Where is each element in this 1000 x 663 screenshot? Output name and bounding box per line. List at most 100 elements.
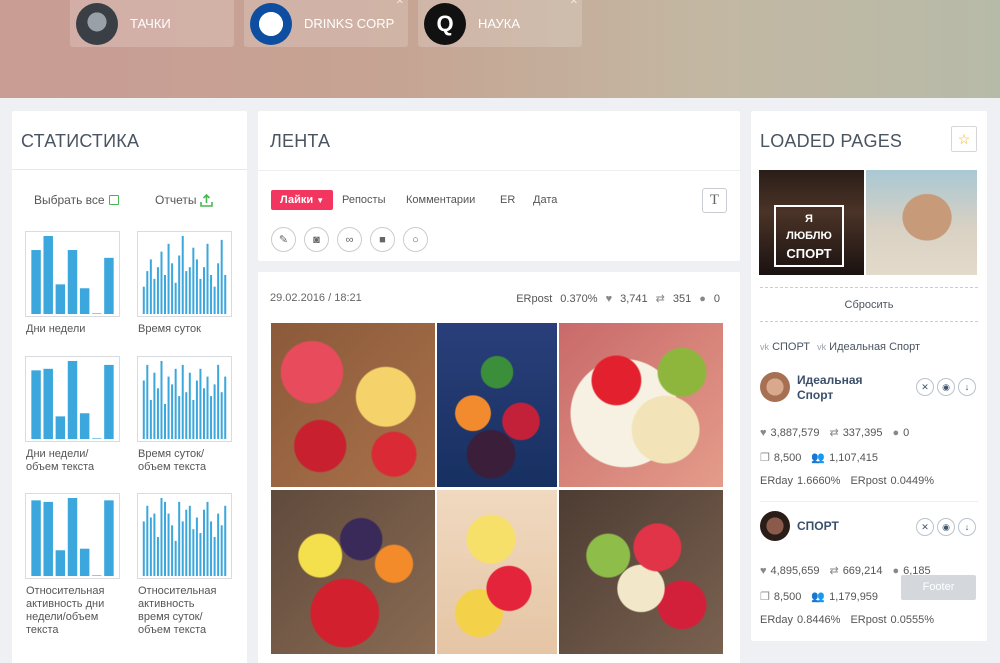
panel-title: ЛЕНТА: [270, 131, 331, 151]
erpost-value: 0.0555%: [890, 614, 934, 626]
chart-label-line: время суток/: [138, 611, 203, 623]
post-photo[interactable]: [437, 490, 557, 654]
chart-bar: [220, 239, 223, 314]
divider: [760, 501, 978, 502]
select-all-label: Выбрать все: [34, 193, 105, 207]
chart-bar: [220, 392, 223, 439]
chart-bar: [156, 537, 159, 576]
tab-likes[interactable]: Лайки ▼: [271, 190, 334, 210]
chart-bar: [167, 376, 170, 439]
chart-bar: [213, 384, 216, 439]
close-icon[interactable]: ✕: [396, 0, 404, 7]
vk-icon: vk: [760, 342, 769, 352]
page-card-drinks[interactable]: DRINKS CORP ✕: [244, 0, 408, 47]
entry-counts: ❐ 8,500 👥 1,179,959: [760, 590, 878, 604]
members-count: 1,107,415: [829, 451, 879, 464]
chart-bar: [206, 501, 209, 576]
entry-stats: ♥ 3,887,579 ⇄ 337,395 ● 0: [760, 426, 910, 440]
bar-chart-svg: [31, 361, 114, 439]
chart-bar: [217, 263, 220, 314]
post-photo[interactable]: [559, 323, 723, 487]
mini-bar-chart[interactable]: [137, 356, 232, 442]
chart-bar: [195, 380, 198, 439]
close-icon[interactable]: ✕: [570, 0, 578, 7]
star-icon[interactable]: ☆: [951, 126, 977, 152]
camera-icon[interactable]: ◙: [304, 227, 329, 252]
chart-label-line: Относительная: [26, 585, 105, 597]
banner-line: Я: [805, 213, 813, 225]
tab-date[interactable]: Дата: [533, 194, 557, 206]
q-logo-icon: Q: [424, 2, 466, 45]
post-photo[interactable]: [559, 490, 723, 654]
vk-icon: vk: [817, 342, 827, 352]
mini-bar-chart[interactable]: [137, 493, 232, 579]
footer-button[interactable]: Footer: [901, 575, 976, 600]
eye-icon[interactable]: ◉: [937, 378, 955, 396]
breadcrumb-item[interactable]: СПОРТ: [772, 341, 810, 353]
comments-count: 0: [903, 426, 910, 439]
copy-icon: [108, 195, 119, 205]
chart-bar: [185, 271, 188, 314]
mini-bar-chart[interactable]: [137, 231, 232, 317]
eye-icon[interactable]: ◉: [937, 518, 955, 536]
close-icon[interactable]: ✕: [916, 378, 934, 396]
chart-label: Относительная активность дни недели/объем т…: [26, 585, 104, 637]
chart-bar: [181, 364, 184, 439]
mini-bar-chart[interactable]: [25, 231, 120, 317]
tab-reposts[interactable]: Репосты: [342, 194, 386, 206]
volvo-logo-icon: [76, 2, 118, 45]
chart-bar: [220, 525, 223, 576]
reset-button[interactable]: Сбросить: [766, 299, 972, 311]
page-card-tachki[interactable]: ТАЧКИ: [70, 0, 234, 47]
reposts-count: 337,395: [842, 426, 883, 439]
bar-chart-svg: [31, 236, 114, 314]
tab-er[interactable]: ER: [500, 194, 515, 206]
chart-bar: [146, 271, 149, 314]
chart-bar: [79, 548, 90, 576]
chart-bar: [153, 278, 156, 314]
tab-comments[interactable]: Комментарии: [406, 194, 475, 206]
mini-bar-chart[interactable]: [25, 356, 120, 442]
select-all-button[interactable]: Выбрать все: [34, 193, 119, 207]
upload-icon: [200, 193, 214, 207]
erpost-value: 0.0449%: [890, 475, 934, 487]
post-photo[interactable]: [271, 323, 435, 487]
text-toggle-button[interactable]: T: [702, 188, 727, 213]
chart-label-line: объем текста: [138, 461, 207, 473]
mini-bar-chart[interactable]: [25, 493, 120, 579]
search-icon[interactable]: ○: [403, 227, 428, 252]
chart-bar: [149, 259, 152, 314]
page-banner[interactable]: [866, 170, 977, 275]
chart-bar: [185, 509, 188, 576]
breadcrumb-item[interactable]: Идеальная Спорт: [829, 341, 920, 353]
posts-count: 8,500: [773, 590, 802, 603]
link-icon[interactable]: ∞: [337, 227, 362, 252]
chart-bar: [67, 250, 78, 314]
chart-bar: [104, 500, 114, 576]
reposts-count: 669,214: [842, 564, 883, 577]
chart-bar: [206, 243, 209, 314]
page-banner[interactable]: Я ЛЮБЛЮ СПОРТ: [759, 170, 864, 275]
chart-bar: [149, 517, 152, 576]
pencil-icon[interactable]: ✎: [271, 227, 296, 252]
post-photo[interactable]: [271, 490, 435, 654]
entry-name[interactable]: СПОРТ: [797, 519, 839, 534]
chart-bar: [153, 372, 156, 439]
video-icon[interactable]: ■: [370, 227, 395, 252]
download-icon[interactable]: ↓: [958, 518, 976, 536]
avatar: [760, 511, 790, 541]
chart-bar: [213, 537, 216, 576]
chart-bar: [224, 505, 227, 576]
download-icon[interactable]: ↓: [958, 378, 976, 396]
entry-name[interactable]: Идеальная Спорт: [797, 373, 863, 403]
reports-button[interactable]: Отчеты: [155, 193, 214, 207]
close-icon[interactable]: ✕: [916, 518, 934, 536]
chart-bar: [224, 275, 227, 314]
page-card-nauka[interactable]: Q НАУКА ✕: [418, 0, 582, 47]
chart-bar: [43, 501, 53, 576]
chart-bar: [188, 267, 191, 314]
chart-bar: [192, 247, 195, 314]
post-photo[interactable]: [437, 323, 557, 487]
chart-bar: [92, 575, 102, 576]
page-card-name: DRINKS CORP: [304, 16, 395, 31]
